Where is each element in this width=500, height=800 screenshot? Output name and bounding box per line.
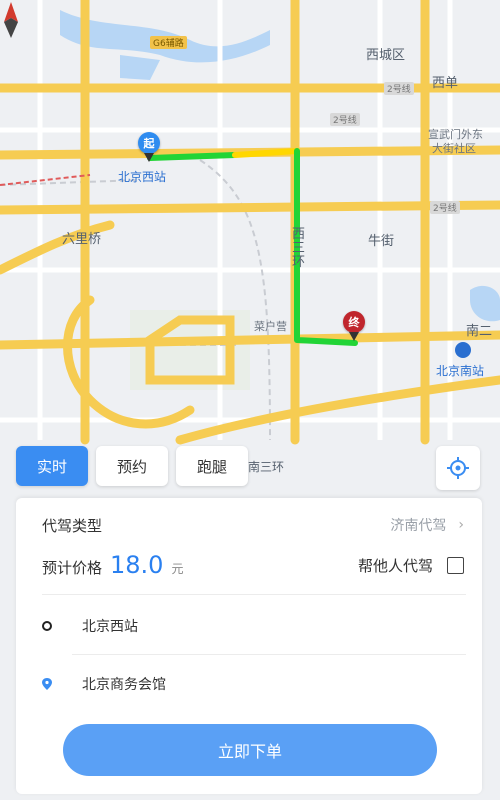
tab-realtime[interactable]: 实时 [16, 446, 88, 486]
driver-type-label: 代驾类型 [42, 516, 103, 535]
road-badge: G6辅路 [150, 36, 187, 49]
map-label-xidan: 西单 [432, 76, 459, 91]
map-label-beijing-south: 北京南站 [436, 364, 485, 378]
route-segment-green [147, 152, 238, 161]
start-dot-icon [42, 621, 52, 631]
end-pin-icon[interactable]: 终 [343, 311, 365, 341]
road-badge: 2号线 [430, 201, 460, 214]
start-pin-icon[interactable]: 起 [138, 132, 160, 162]
chevron-right-icon: › [458, 517, 464, 533]
price-unit: 元 [171, 562, 184, 576]
price-value: 18.0 [110, 551, 164, 579]
end-address: 北京商务会馆 [82, 677, 166, 693]
submit-order-button[interactable]: 立即下单 [63, 724, 437, 776]
driver-type-row[interactable]: 代驾类型 济南代驾 › [42, 510, 464, 540]
map-label-west-third-ring: 西三环 [292, 227, 306, 270]
map-label-liuliqiao: 六里桥 [62, 232, 102, 247]
divider [42, 594, 466, 595]
locate-button[interactable] [436, 446, 480, 490]
route-segment-yellow [232, 148, 300, 158]
end-address-row[interactable]: 北京商务会馆 [42, 664, 464, 704]
road-badge: 2号线 [384, 82, 414, 95]
map-label-beijing-west: 北京西站 [118, 170, 167, 184]
help-others-label: 帮他人代驾 [357, 556, 433, 575]
start-address: 北京西站 [82, 619, 138, 635]
help-others-toggle[interactable]: 帮他人代驾 [358, 555, 464, 576]
map-label-south-second: 南二 [466, 324, 493, 339]
map-label-niujie: 牛街 [368, 234, 395, 249]
map-label-south-third-ring: 南三环 [248, 460, 285, 474]
compass-icon[interactable] [0, 0, 22, 40]
tab-reserve[interactable]: 预约 [96, 446, 168, 486]
road-badge: 2号线 [330, 113, 360, 126]
mode-tabs: 实时 预约 跑腿 [16, 446, 248, 486]
map-label-dajie: 大街社区 [432, 142, 476, 155]
price-row: 预计价格 18.0 元 帮他人代驾 [42, 548, 464, 582]
order-panel: 代驾类型 济南代驾 › 预计价格 18.0 元 帮他人代驾 北京西站 北京商务会… [16, 498, 482, 794]
driver-type-value: 济南代驾 [390, 518, 447, 534]
map-label-caihuying: 菜户营 [254, 320, 287, 333]
help-others-checkbox[interactable] [447, 556, 464, 574]
locate-icon [447, 457, 469, 479]
start-address-row[interactable]: 北京西站 [42, 606, 464, 646]
tab-errand[interactable]: 跑腿 [176, 446, 248, 486]
price-label: 预计价格 [42, 559, 103, 577]
map-label-xicheng: 西城区 [366, 48, 406, 63]
location-pin-icon [42, 678, 52, 690]
divider [72, 654, 466, 655]
train-station-icon [455, 342, 471, 358]
